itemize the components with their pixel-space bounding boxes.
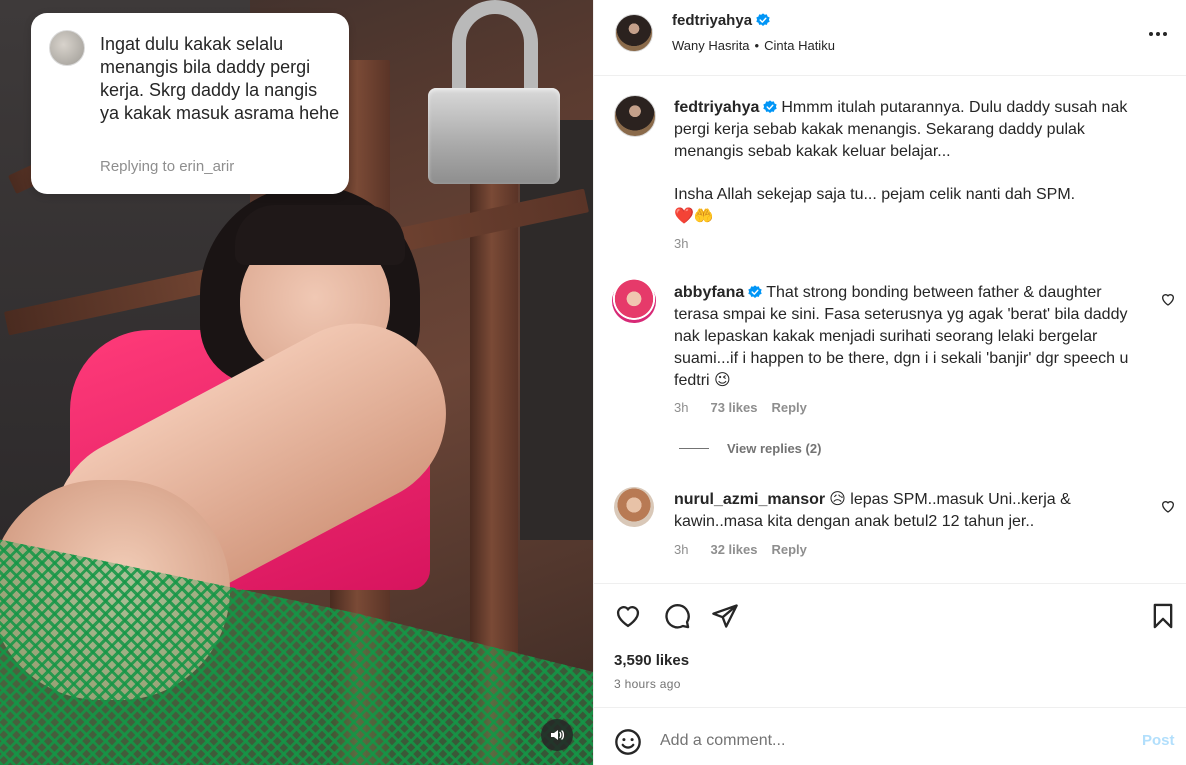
comment-username[interactable]: abbyfana [674, 284, 744, 301]
comment-time: 3h [674, 542, 689, 557]
heart-icon[interactable] [1160, 498, 1176, 514]
view-replies-label: View replies (2) [727, 441, 822, 456]
comments-section: fedtriyahya Hmmm itulah putarannya. Dulu … [594, 77, 1186, 582]
comment-input[interactable] [660, 726, 1120, 756]
comment-username[interactable]: nurul_azmi_mansor [674, 491, 825, 508]
comment-meta: 3h 32 likes Reply [674, 542, 807, 557]
reply-button[interactable]: Reply [771, 400, 806, 415]
sound-icon [551, 730, 565, 740]
likes-count[interactable]: 3,590 likes [614, 652, 689, 669]
save-icon[interactable] [1149, 602, 1177, 630]
comment-text: nurul_azmi_mansor 😥 lepas SPM..masuk Uni.… [674, 489, 1144, 533]
view-replies-button[interactable]: View replies (2) [679, 441, 821, 456]
comment-text: abbyfana That strong bonding between fath… [674, 282, 1144, 392]
avatar[interactable] [614, 487, 654, 527]
sound-toggle-button[interactable] [541, 719, 573, 751]
caption-text: fedtriyahya Hmmm itulah putarannya. Dulu … [674, 97, 1144, 163]
caption-emojis: ❤️🤲 [674, 208, 714, 225]
more-icon[interactable] [1143, 22, 1173, 46]
heart-icon[interactable] [1160, 291, 1176, 307]
comment-meta: 3h 73 likes Reply [674, 400, 807, 415]
add-comment-bar: Post [594, 707, 1186, 765]
audio-info[interactable]: Wany Hasrita • Cinta Hatiku [672, 38, 835, 53]
verified-icon [748, 285, 762, 298]
post-actions: 3,590 likes 3 hours ago [594, 583, 1186, 707]
caption-body-2: Insha Allah sekejap saja tu... pejam cel… [674, 186, 1076, 203]
comment-likes[interactable]: 32 likes [710, 542, 757, 557]
caption-time: 3h [674, 236, 689, 251]
audio-song: Cinta Hatiku [764, 38, 835, 53]
verified-icon [756, 13, 770, 26]
header-username-row: fedtriyahya [672, 12, 770, 29]
heart-icon[interactable] [614, 602, 642, 630]
avatar[interactable] [615, 14, 653, 52]
comment-time: 3h [674, 400, 689, 415]
reply-text: Ingat dulu kakak selalu menangis bila da… [100, 34, 340, 123]
post-button[interactable]: Post [1142, 732, 1175, 749]
post-header: fedtriyahya Wany Hasrita • Cinta Hatiku [594, 0, 1186, 76]
emoji-icon[interactable] [614, 728, 642, 756]
comment-likes[interactable]: 73 likes [710, 400, 757, 415]
verified-icon [763, 100, 778, 113]
replying-to-label: Replying to erin_arir [100, 158, 235, 175]
avatar[interactable] [614, 95, 656, 137]
reply-button[interactable]: Reply [771, 542, 806, 557]
divider [679, 448, 709, 449]
audio-artist: Wany Hasrita [672, 38, 750, 53]
padlock [428, 88, 560, 184]
post-media[interactable]: Ingat dulu kakak selalu menangis bila da… [0, 0, 593, 765]
reply-avatar [49, 30, 85, 66]
reply-bubble: Ingat dulu kakak selalu menangis bila da… [31, 13, 349, 194]
comment-icon[interactable] [663, 602, 691, 630]
post-time[interactable]: 3 hours ago [614, 677, 681, 691]
separator-dot: • [754, 38, 760, 53]
caption-username[interactable]: fedtriyahya [674, 99, 759, 116]
share-icon[interactable] [711, 602, 739, 630]
child-fringe [235, 205, 405, 265]
header-username[interactable]: fedtriyahya [672, 12, 752, 29]
post-details-panel: fedtriyahya Wany Hasrita • Cinta Hatiku fe… [593, 0, 1186, 765]
avatar[interactable] [612, 279, 656, 323]
